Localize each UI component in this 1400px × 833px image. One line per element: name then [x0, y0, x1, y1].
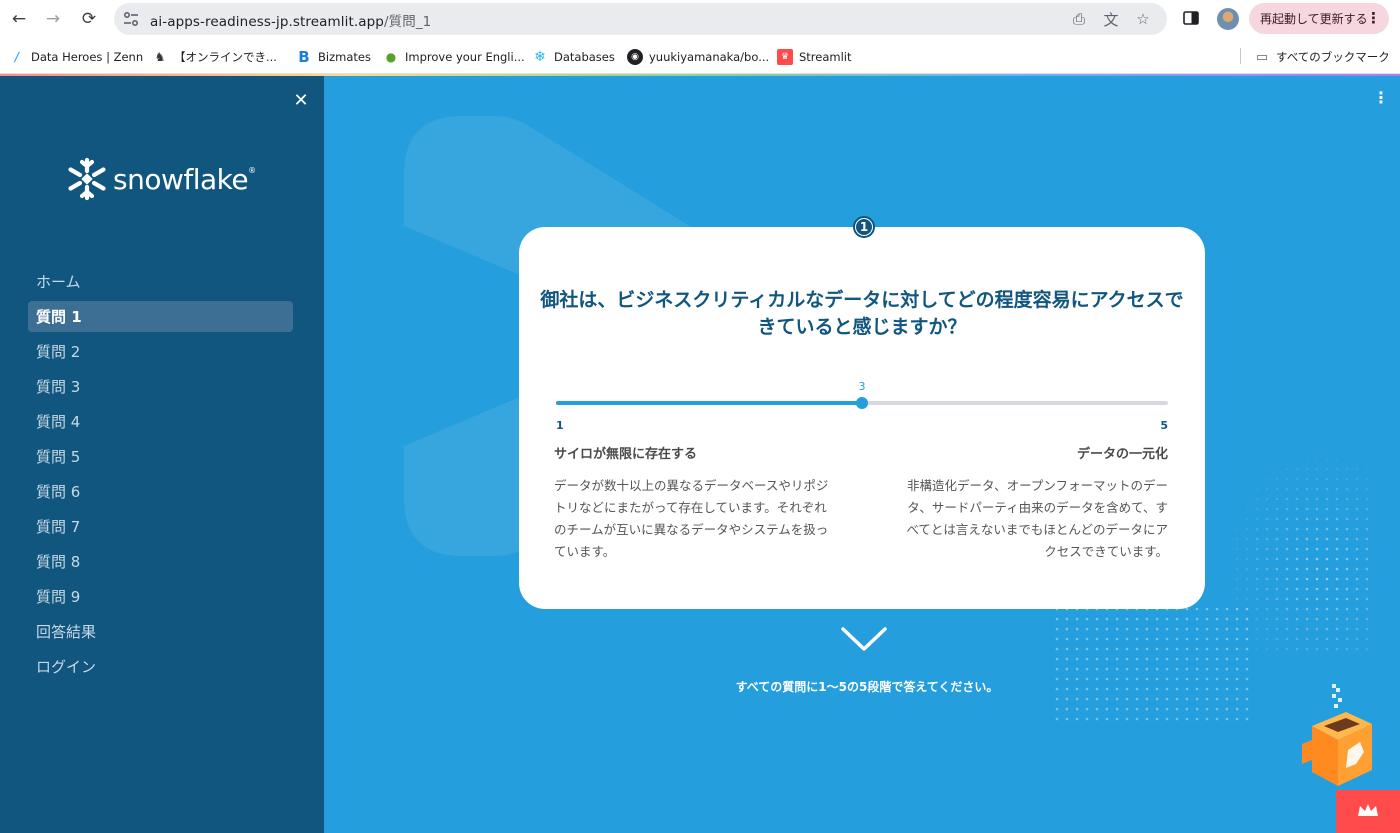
bookmark-separator: [1240, 48, 1241, 64]
question-text: 御社は、ビジネスクリティカルなデータに対してどの程度容易にアクセスできていると感…: [540, 289, 1184, 338]
more-vertical-icon[interactable]: ⋮: [1366, 9, 1381, 27]
bookmark-item[interactable]: ◉ yuukiyamanaka/bo...: [627, 48, 769, 66]
nav-item-question-4[interactable]: 質問 4: [28, 406, 293, 437]
dot-pattern-decoration-lower: [1054, 606, 1254, 726]
main-content: ⋮ 御社は、ビジネスクリティカルなデータに対してどの程度容易にアクセスできている…: [324, 76, 1400, 833]
bookmark-item[interactable]: B Bizmates: [296, 48, 371, 66]
streamlit-mascot-icon: [1302, 684, 1372, 786]
nav-item-question-7[interactable]: 質問 7: [28, 511, 293, 542]
slider-max-label: 5: [1160, 419, 1168, 432]
nav-item-question-2[interactable]: 質問 2: [28, 336, 293, 367]
all-bookmarks-folder[interactable]: ▭ すべてのブックマーク: [1254, 48, 1390, 66]
snowflake-icon: ❄: [534, 49, 546, 65]
folder-icon: ▭: [1255, 49, 1269, 65]
relaunch-update-button[interactable]: 再起動して更新する ⋮: [1249, 3, 1389, 34]
chevron-down-icon[interactable]: [840, 626, 888, 654]
bookmark-item[interactable]: ● Improve your Engli...: [383, 48, 525, 66]
main-menu-icon[interactable]: ⋮: [1373, 90, 1389, 106]
browser-toolbar: ← → ⟳ ai-apps-readiness-jp.streamlit.app…: [0, 0, 1400, 38]
instruction-text: すべての質問に1〜5の5段階で答えてください。: [735, 680, 999, 694]
nav-item-question-5[interactable]: 質問 5: [28, 441, 293, 472]
people-icon: ●: [385, 50, 397, 64]
side-panel-icon[interactable]: [1182, 9, 1200, 27]
streamlit-badge[interactable]: [1336, 790, 1400, 833]
registered-mark: ®: [248, 166, 257, 175]
scale-high-title: データの一元化: [1076, 447, 1168, 462]
bookmark-item[interactable]: / Data Heroes | Zenn: [9, 48, 143, 66]
crown-icon: [1358, 804, 1378, 816]
slider-fill: [556, 401, 862, 405]
slider-thumb[interactable]: [856, 397, 868, 409]
snowflake-logo: snowflake ®: [64, 156, 256, 202]
bookmark-item[interactable]: ❄ Databases: [532, 48, 615, 66]
reload-icon[interactable]: ⟳: [76, 6, 102, 32]
slider-value-label: 3: [858, 380, 866, 393]
answer-slider[interactable]: [556, 397, 1168, 409]
bookmark-item[interactable]: ♛ Streamlit: [777, 48, 852, 66]
nav-item-login[interactable]: ログイン: [28, 651, 293, 682]
url-text: ai-apps-readiness-jp.streamlit.app/質問_1: [150, 14, 432, 30]
nav-item-question-8[interactable]: 質問 8: [28, 546, 293, 577]
slider-min-label: 1: [556, 419, 564, 432]
github-icon: ◉: [627, 49, 643, 65]
scale-low-description: データが数十以上の異なるデータベースやリポジトリなどにまたがって存在しています。…: [554, 478, 829, 559]
bookmark-item[interactable]: ♞ 【オンラインでき...: [152, 48, 277, 66]
nav-item-home[interactable]: ホーム: [28, 266, 293, 297]
nav-item-question-1[interactable]: 質問 1: [28, 301, 293, 332]
streamlit-icon: ♛: [777, 49, 793, 65]
forward-arrow-icon[interactable]: →: [40, 6, 66, 32]
star-bookmark-icon[interactable]: ☆: [1133, 9, 1153, 29]
back-arrow-icon[interactable]: ←: [6, 6, 32, 32]
question-number-badge: 1: [853, 216, 875, 238]
nav-item-question-3[interactable]: 質問 3: [28, 371, 293, 402]
bookmarks-bar: / Data Heroes | Zenn ♞ 【オンラインでき... B Biz…: [0, 38, 1400, 74]
bizmates-icon: B: [298, 48, 310, 66]
scale-low-title: サイロが無限に存在する: [554, 447, 698, 462]
zenn-icon: /: [14, 50, 20, 64]
brand-name: snowflake: [113, 162, 249, 196]
close-sidebar-icon[interactable]: ✕: [292, 92, 310, 110]
question-card: 御社は、ビジネスクリティカルなデータに対してどの程度容易にアクセスできていると感…: [519, 227, 1205, 609]
site-settings-icon[interactable]: [122, 10, 140, 28]
profile-avatar[interactable]: [1217, 8, 1239, 30]
scale-high-description: 非構造化データ、オープンフォーマットのデータ、サードパーティ由来のデータを含めて…: [906, 478, 1168, 559]
translate-icon[interactable]: 文: [1101, 9, 1121, 29]
nav-item-question-6[interactable]: 質問 6: [28, 476, 293, 507]
sidebar: ✕ snowflake ® ホーム 質問 1 質問 2 質問 3 質問 4 質問…: [0, 76, 324, 833]
avatar-icon: ♞: [154, 50, 166, 64]
snowflake-mark-icon: [68, 157, 106, 201]
install-app-icon[interactable]: ⎙: [1069, 9, 1089, 29]
nav-item-results[interactable]: 回答結果: [28, 616, 293, 647]
nav-item-question-9[interactable]: 質問 9: [28, 581, 293, 612]
sidebar-nav: ホーム 質問 1 質問 2 質問 3 質問 4 質問 5 質問 6 質問 7 質…: [28, 266, 293, 686]
address-bar[interactable]: ai-apps-readiness-jp.streamlit.app/質問_1 …: [114, 3, 1167, 35]
